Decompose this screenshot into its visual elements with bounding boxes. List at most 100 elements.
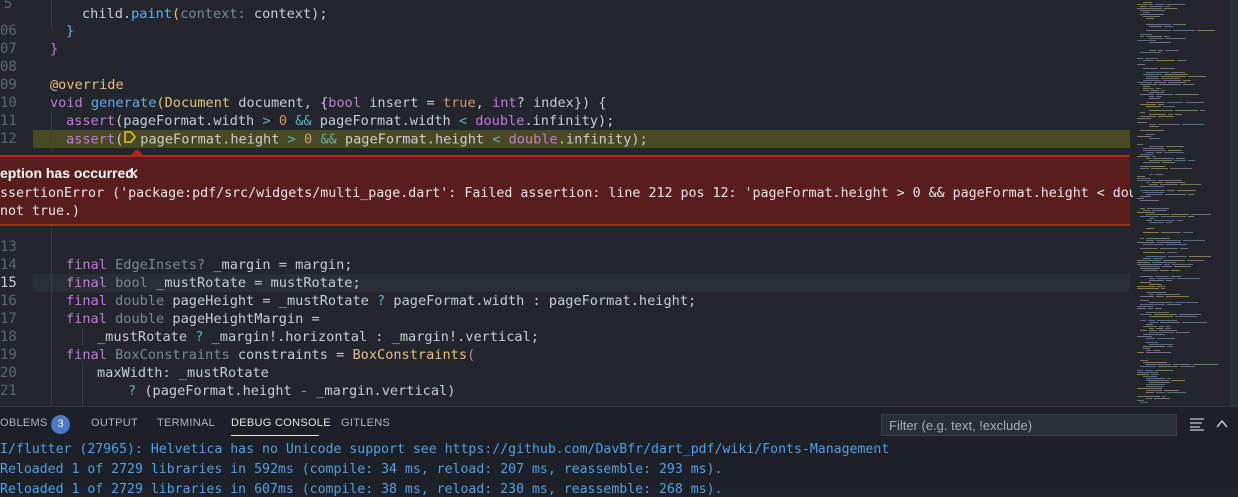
line-number: 19 — [0, 347, 17, 363]
minimap-line — [1152, 262, 1176, 263]
minimap-line — [1146, 386, 1164, 387]
minimap-line — [1189, 256, 1211, 257]
code-line[interactable]: assert(pageFormat.width > 0 && pageForma… — [66, 112, 614, 130]
minimap-line — [1137, 64, 1145, 65]
minimap-line — [1153, 350, 1160, 351]
code-line[interactable]: ? (pageFormat.height - _margin.vertical) — [128, 382, 455, 400]
console-filter-input[interactable] — [881, 414, 1177, 436]
minimap-line — [1180, 184, 1201, 185]
minimap-line — [1149, 344, 1173, 345]
tab-output[interactable]: OUTPUT — [91, 417, 138, 429]
minimap-line — [1137, 198, 1144, 199]
minimap-line — [1182, 322, 1207, 323]
minimap-line — [1149, 222, 1164, 223]
minimap-line — [1149, 110, 1173, 111]
minimap-line — [1140, 196, 1151, 197]
minimap-line — [1146, 384, 1165, 385]
code-line[interactable]: final EdgeInsets? _margin = margin; — [66, 256, 352, 274]
code-line[interactable]: _mustRotate ? _margin!.horizontal : _mar… — [97, 328, 539, 346]
minimap-line — [1175, 114, 1182, 115]
minimap-line — [1143, 12, 1150, 13]
console-line: Reloaded 1 of 2729 libraries in 607ms (c… — [0, 482, 723, 497]
minimap-line — [1137, 8, 1162, 9]
minimap-line — [1140, 104, 1156, 105]
minimap-line — [1149, 126, 1159, 127]
minimap-line — [1173, 30, 1195, 31]
code-line[interactable]: } — [66, 22, 74, 40]
minimap-line — [1149, 26, 1162, 27]
code-line[interactable]: assert(pageFormat.height > 0 && pageForm… — [66, 130, 648, 148]
minimap-line — [1160, 322, 1180, 323]
minimap-line — [1137, 156, 1150, 157]
tab-debug-console[interactable]: DEBUG CONSOLE — [231, 417, 331, 429]
minimap-line — [1161, 76, 1186, 77]
line-number: 13 — [0, 239, 17, 255]
minimap-line — [1149, 124, 1156, 125]
minimap-line — [1154, 314, 1177, 315]
code-line[interactable]: final bool _mustRotate = mustRotate; — [66, 274, 361, 292]
minimap-line — [1162, 396, 1166, 397]
minimap-line — [1146, 152, 1154, 153]
code-line[interactable]: final BoxConstraints constraints = BoxCo… — [66, 346, 475, 364]
minimap-line — [1164, 8, 1177, 9]
minimap-line — [1149, 138, 1160, 139]
minimap-line — [1162, 266, 1172, 267]
minimap-line — [1179, 314, 1201, 315]
minimap-line — [1155, 276, 1169, 277]
code-line[interactable]: final double pageHeightMargin = — [66, 310, 320, 328]
minimap-line — [1143, 162, 1160, 163]
minimap-line — [1185, 102, 1204, 103]
minimap-line — [1140, 94, 1154, 95]
minimap-line — [1146, 228, 1154, 229]
chevron-up-icon[interactable] — [1215, 416, 1229, 435]
code-line[interactable]: final double pageHeight = _mustRotate ? … — [66, 292, 696, 310]
minimap-line — [1149, 278, 1155, 279]
minimap-line — [1191, 214, 1211, 215]
word-wrap-icon[interactable] — [1188, 416, 1206, 436]
code-line[interactable]: @override — [50, 76, 124, 94]
minimap-line — [1143, 210, 1150, 211]
minimap-line — [1137, 144, 1143, 145]
exception-title: eption has occurred. — [0, 165, 138, 181]
close-icon[interactable]: ✕ — [127, 165, 140, 183]
active-tab-indicator — [231, 435, 319, 436]
minimap-line — [1180, 248, 1188, 249]
minimap[interactable] — [1133, 0, 1238, 406]
tab-gitlens[interactable]: GITLENS — [341, 417, 390, 429]
code-line[interactable]: child.paint(context: context); — [82, 5, 328, 23]
minimap-line — [1164, 152, 1184, 153]
minimap-line — [1167, 304, 1181, 305]
code-line[interactable]: } — [50, 40, 58, 58]
minimap-line — [1183, 84, 1194, 85]
minimap-line — [1143, 74, 1162, 75]
minimap-line — [1146, 214, 1169, 215]
tab-problems[interactable]: OBLEMS — [0, 417, 48, 429]
vertical-scrollbar[interactable] — [1230, 0, 1238, 406]
code-line[interactable]: void generate(Document document, {bool i… — [50, 94, 607, 112]
minimap-line — [1164, 264, 1170, 265]
minimap-line — [1157, 286, 1165, 287]
minimap-line — [1149, 330, 1157, 331]
minimap-line — [1167, 4, 1185, 5]
code-editor[interactable]: 5 06 07 08 09 10 11 12 13 14 15 16 17 18… — [0, 0, 1238, 406]
minimap-line — [1158, 104, 1164, 105]
minimap-line — [1137, 308, 1146, 309]
minimap-line — [1143, 244, 1164, 245]
exception-widget: eption has occurred. ✕ ssertionError ('p… — [0, 149, 1238, 226]
code-line[interactable]: maxWidth: _mustRotate — [97, 364, 269, 382]
minimap-line — [1147, 208, 1169, 209]
minimap-line — [1137, 136, 1151, 137]
line-number: 5 — [3, 0, 12, 12]
minimap-line — [1165, 182, 1185, 183]
minimap-line — [1140, 248, 1158, 249]
minimap-line — [1146, 30, 1171, 31]
minimap-line — [1137, 306, 1153, 307]
tab-terminal[interactable]: TERMINAL — [157, 417, 215, 429]
minimap-line — [1193, 364, 1218, 365]
minimap-line — [1157, 242, 1181, 243]
line-number: 06 — [0, 23, 17, 39]
minimap-line — [1140, 208, 1145, 209]
minimap-line — [1165, 38, 1186, 39]
minimap-line — [1149, 98, 1160, 99]
minimap-line — [1146, 380, 1169, 381]
